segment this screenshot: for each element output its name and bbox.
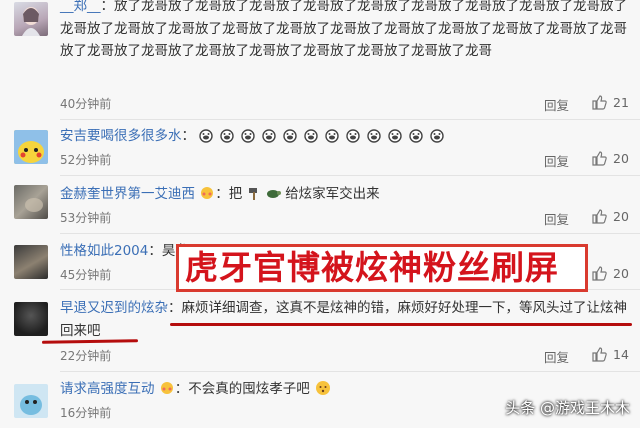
comment-body: 放了龙哥放了龙哥放了龙哥放了龙哥放了龙哥放了龙哥放了龙哥放了龙哥放了龙哥放了龙哥…: [60, 0, 627, 59]
thumbs-up-icon: [592, 95, 607, 110]
like-button[interactable]: 20: [591, 208, 629, 224]
like-button[interactable]: 21: [591, 94, 629, 110]
comment-1: __郑__：放了龙哥放了龙哥放了龙哥放了龙哥放了龙哥放了龙哥放了龙哥放了龙哥放了…: [0, 0, 640, 120]
avatar[interactable]: [14, 2, 48, 36]
thumbs-up-icon: [592, 347, 607, 362]
reply-button[interactable]: 回复: [544, 95, 569, 114]
separator: ：: [181, 128, 196, 144]
watermark: 头条 @游戏王木木: [505, 399, 630, 417]
avatar-figure-icon: [22, 7, 40, 36]
comment-username[interactable]: 安吉要喝很多很多水: [60, 128, 182, 144]
shy-face-emoji-icon: [160, 382, 173, 394]
thumbs-up-icon: [592, 266, 607, 281]
pikachu-avatar-icon: [14, 130, 48, 164]
like-button[interactable]: 14: [591, 346, 629, 362]
avatar[interactable]: [14, 130, 48, 164]
comment-username[interactable]: __郑__: [60, 0, 101, 14]
like-count: 20: [613, 265, 629, 281]
timestamp: 22分钟前: [60, 349, 112, 363]
red-underline-text: [170, 323, 632, 326]
comment-3: 金赫奎世界第一艾迪西 ：把 给炫家军交出来 53分钟前 回复 20: [0, 176, 640, 234]
turtle-emoji-icon: [266, 190, 281, 198]
thumbs-up-icon: [592, 151, 607, 166]
timestamp: 52分钟前: [60, 153, 112, 167]
like-count: 20: [613, 150, 629, 166]
comment-username[interactable]: 性格如此2004: [60, 243, 148, 259]
squirtle-avatar-icon: [20, 395, 42, 415]
comment-text: 安吉要喝很多很多水：: [60, 125, 632, 148]
comment-5: 早退又迟到的炫杂：麻烦详细调查，这真不是炫神的错，麻烦好好处理一下，等风头过了让…: [0, 290, 640, 372]
separator: ：把: [215, 186, 243, 202]
hoe-emoji-icon: [248, 188, 257, 200]
comment-body: 不会真的囤炫孝子吧: [188, 381, 310, 397]
avatar[interactable]: [14, 245, 48, 279]
shy-face-emoji-icon: [201, 187, 214, 199]
like-button[interactable]: 20: [591, 265, 629, 281]
separator: ：: [100, 0, 115, 14]
avatar[interactable]: [14, 384, 48, 418]
comment-username[interactable]: 金赫奎世界第一艾迪西: [60, 186, 195, 202]
comment-username[interactable]: 早退又迟到的炫杂: [60, 300, 168, 316]
reply-button[interactable]: 回复: [544, 151, 569, 170]
timestamp: 53分钟前: [60, 211, 112, 225]
reply-button[interactable]: 回复: [544, 209, 569, 228]
timestamp: 16分钟前: [60, 406, 112, 420]
like-count: 14: [613, 346, 629, 362]
avatar[interactable]: [14, 185, 48, 219]
comment-text: __郑__：放了龙哥放了龙哥放了龙哥放了龙哥放了龙哥放了龙哥放了龙哥放了龙哥放了…: [60, 0, 632, 63]
timestamp: 45分钟前: [60, 268, 112, 282]
comment-text: 金赫奎世界第一艾迪西 ：把 给炫家军交出来: [60, 183, 632, 206]
avatar[interactable]: [14, 302, 48, 336]
thumbs-up-icon: [592, 209, 607, 224]
timestamp: 40分钟前: [60, 97, 112, 111]
separator: ：: [168, 300, 182, 316]
comment-body: 给炫家军交出来: [285, 186, 380, 202]
comment-2: 安吉要喝很多很多水： 52分钟前 回复 20: [0, 120, 640, 176]
wondering-face-emoji-icon: [316, 381, 331, 395]
comment-text: 早退又迟到的炫杂：麻烦详细调查，这真不是炫神的错，麻烦好好处理一下，等风头过了让…: [60, 297, 632, 342]
like-count: 21: [613, 94, 629, 110]
like-button[interactable]: 20: [591, 150, 629, 166]
reply-button[interactable]: 回复: [544, 347, 569, 366]
pig-face-icon: [199, 129, 444, 143]
comment-username[interactable]: 请求高强度互动: [60, 381, 155, 397]
separator: ：: [174, 381, 189, 397]
avatar-photo-icon: [25, 198, 43, 212]
like-count: 20: [613, 208, 629, 224]
headline-text: 虎牙官博被炫神粉丝刷屏: [185, 248, 559, 287]
